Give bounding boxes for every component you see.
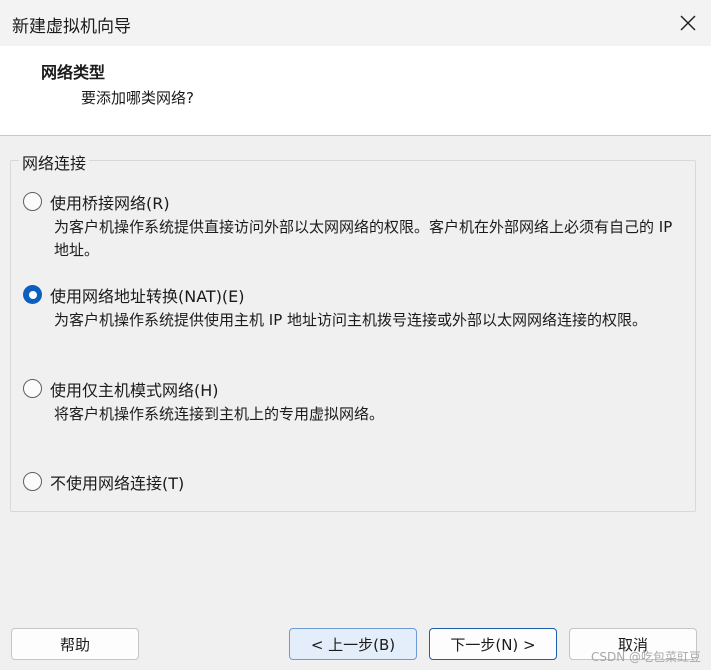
radio-nat[interactable] (23, 285, 42, 304)
page-subtitle: 要添加哪类网络? (81, 89, 194, 107)
group-legend: 网络连接 (19, 150, 90, 174)
watermark: CSDN @吃包菜豇豆 (590, 650, 701, 664)
option-label[interactable]: 使用仅主机模式网络(H) (50, 377, 219, 401)
wizard-header: 网络类型 要添加哪类网络? (0, 46, 711, 136)
option-label[interactable]: 不使用网络连接(T) (50, 470, 184, 494)
page-title: 网络类型 (41, 63, 106, 82)
option-description: 为客户机操作系统提供直接访问外部以太网网络的权限。客户机在外部网络上必须有自己的… (54, 218, 673, 259)
option-label[interactable]: 使用网络地址转换(NAT)(E) (50, 283, 245, 307)
radio-host-only[interactable] (23, 379, 42, 398)
network-connection-group: 网络连接 使用桥接网络(R) 为客户机操作系统提供直接访问外部以太网网络的权限。… (10, 150, 696, 512)
window-title: 新建虚拟机向导 (12, 17, 131, 37)
radio-no-network[interactable] (23, 472, 42, 491)
radio-bridged[interactable] (23, 192, 42, 211)
back-button[interactable]: < 上一步(B) (289, 628, 417, 660)
option-label[interactable]: 使用桥接网络(R) (50, 190, 170, 214)
option-description: 为客户机操作系统提供使用主机 IP 地址访问主机拨号连接或外部以太网网络连接的权… (54, 311, 648, 329)
option-description: 将客户机操作系统连接到主机上的专用虚拟网络。 (54, 405, 385, 423)
title-bar: 新建虚拟机向导 (0, 0, 711, 46)
close-button[interactable] (665, 0, 711, 46)
next-button[interactable]: 下一步(N) > (429, 628, 557, 660)
close-icon (680, 15, 696, 31)
help-button[interactable]: 帮助 (11, 628, 139, 660)
